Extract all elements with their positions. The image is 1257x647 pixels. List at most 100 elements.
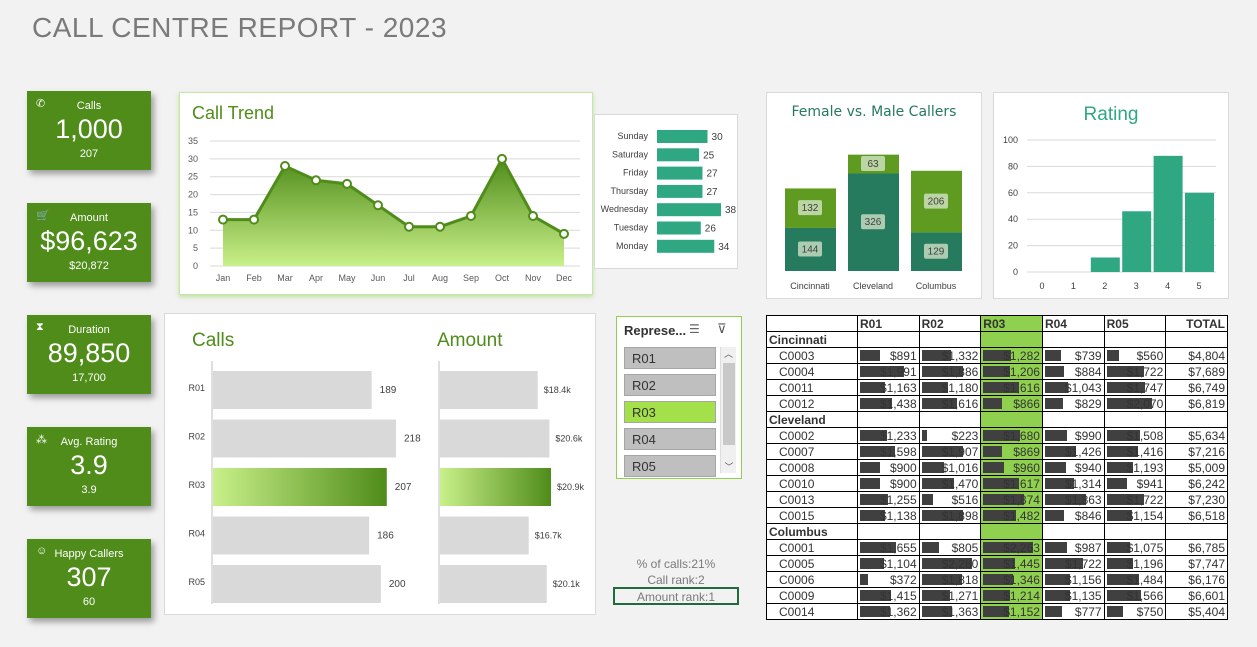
empty-cell [980,331,1043,348]
city-group-row: Cleveland [766,411,1228,428]
rating-bar[interactable] [1122,211,1152,272]
amount-cell: $1,214 [980,587,1043,604]
amount-cell: $2,263 [980,539,1043,556]
rep-amount-bar[interactable] [440,371,538,409]
gender-panel[interactable]: Female vs. Male Callers 144 132 Cincinnati 3… [766,92,982,299]
column-header[interactable]: R03 [980,315,1043,332]
cell-value: $1,680 [1003,428,1040,443]
column-header[interactable]: TOTAL [1165,315,1228,332]
x-tick-label: Sep [463,273,479,283]
trend-point[interactable] [528,211,538,221]
data-bar [1106,606,1124,617]
slicer-item-r05[interactable]: R05 [624,455,716,477]
cell-value: $6,242 [1188,476,1225,491]
trend-point[interactable] [404,221,414,232]
trend-point[interactable] [249,214,259,225]
x-tick-label: Jan [216,273,231,283]
amount-cell: $990 [1041,427,1105,444]
cell-value: $1,138 [879,508,917,523]
rating-panel[interactable]: Rating 0 20 40 60 80 100 0 1 2 3 4 5 [993,92,1229,299]
rating-bar[interactable] [1185,192,1214,272]
weekday-bar[interactable] [657,239,715,253]
rep-amount-bar[interactable] [440,419,550,458]
column-header[interactable]: R04 [1041,315,1105,332]
empty-cell [1165,411,1228,428]
weekday-bar[interactable] [657,203,721,217]
trend-point[interactable] [466,211,476,221]
scroll-thumb[interactable] [723,363,735,445]
cell-value: $1,482 [1003,508,1040,523]
scroll-down-icon[interactable]: ﹀ [721,460,737,473]
slicer-item-r01[interactable]: R01 [624,347,716,369]
call-trend-panel[interactable]: Call Trend 0 5 10 15 20 25 30 35 Jan Feb Mar Apr May… [179,92,593,295]
rep-amount-bar[interactable] [440,468,551,506]
column-header[interactable]: R01 [856,315,920,332]
amount-cell: $846 [1041,507,1105,524]
trend-point[interactable] [373,200,383,211]
weekday-label: Thursday [610,186,648,196]
trend-point[interactable] [559,228,569,239]
customer-id: C0003 [766,347,858,364]
trend-point[interactable] [497,153,507,164]
amount-cell: $1,363 [918,603,982,620]
rating-bar[interactable] [1090,257,1120,272]
cell-value: $1,722 [1126,492,1164,507]
slicer-scrollbar[interactable]: ︿ ﹀ [720,347,736,473]
page-title: CALL CENTRE REPORT - 2023 [32,12,448,43]
representative-slicer[interactable]: Represe... ☰ ⊽ R01 R02 R03 R04 R05 ︿ ﹀ [616,316,742,479]
x-tick-label: Nov [525,273,542,283]
weekday-bar[interactable] [657,148,700,162]
gender-category-label: Cincinnati [790,281,830,291]
amount-rank[interactable]: Amount rank:1 [613,587,739,605]
rating-x-tick: 5 [1196,281,1201,291]
rep-calls-title: Calls [192,330,235,351]
rep-calls-bar[interactable] [213,516,370,555]
trend-point[interactable] [311,175,321,186]
amount-cell: $940 [1041,459,1105,476]
trend-point[interactable] [218,214,228,225]
trend-point[interactable] [435,221,445,232]
x-tick-label: Dec [556,273,573,283]
rating-bar[interactable] [1153,155,1183,272]
weekday-panel[interactable]: Sunday 30 Saturday 25 Friday 27 Thursday 27 Wedn… [594,114,738,269]
weekday-bar[interactable] [657,184,703,198]
cell-value: $1,214 [1003,588,1040,603]
column-header[interactable]: R02 [918,315,982,332]
rep-calls-bar[interactable] [213,565,381,603]
amount-cell: $1,043 [1041,379,1105,396]
table-row: C0005 $1,104 $2,280 $1,445 $1,722 $1,196 $7,74… [766,555,1228,572]
rep-calls-bar[interactable] [213,468,387,506]
column-header[interactable]: R05 [1103,315,1167,332]
rep-calls-bar[interactable] [213,371,372,409]
data-bar [1044,462,1066,473]
total-cell: $4,804 [1165,347,1228,364]
trend-point[interactable] [280,161,290,171]
slicer-item-r02[interactable]: R02 [624,374,716,396]
multi-select-icon[interactable]: ☰ [689,322,700,336]
amount-cell: $1,193 [1103,459,1167,476]
clear-filter-icon[interactable]: ⊽ [717,321,727,337]
kpi-value: $96,623 [40,226,138,256]
trend-point[interactable] [342,178,352,189]
cell-value: $1,362 [879,604,917,619]
weekday-bar[interactable] [657,221,701,235]
weekday-bar[interactable] [657,166,703,180]
rep-amount-bar[interactable] [440,516,529,555]
slicer-item-r03[interactable]: R03 [624,401,716,423]
total-cell: $5,009 [1165,459,1228,476]
rep-panel[interactable]: Calls Amount R01 189 $18.4k R02 218 $20.6k R03… [164,313,596,615]
gender-category-label: Columbus [916,281,957,291]
amount-cell: $1,314 [1041,475,1105,492]
slicer-item-r04[interactable]: R04 [624,428,716,450]
y-tick-label: 20 [188,190,198,200]
column-header[interactable] [766,315,858,332]
amount-cell: $1,438 [856,395,920,412]
rep-calls-bar[interactable] [213,419,396,458]
data-bar [983,398,1003,409]
rep-label: R04 [188,529,205,539]
cell-value: $900 [889,476,917,491]
scroll-up-icon[interactable]: ︿ [721,347,736,360]
total-cell: $5,634 [1165,427,1228,444]
weekday-bar[interactable] [657,130,708,143]
rep-amount-bar[interactable] [440,565,547,603]
